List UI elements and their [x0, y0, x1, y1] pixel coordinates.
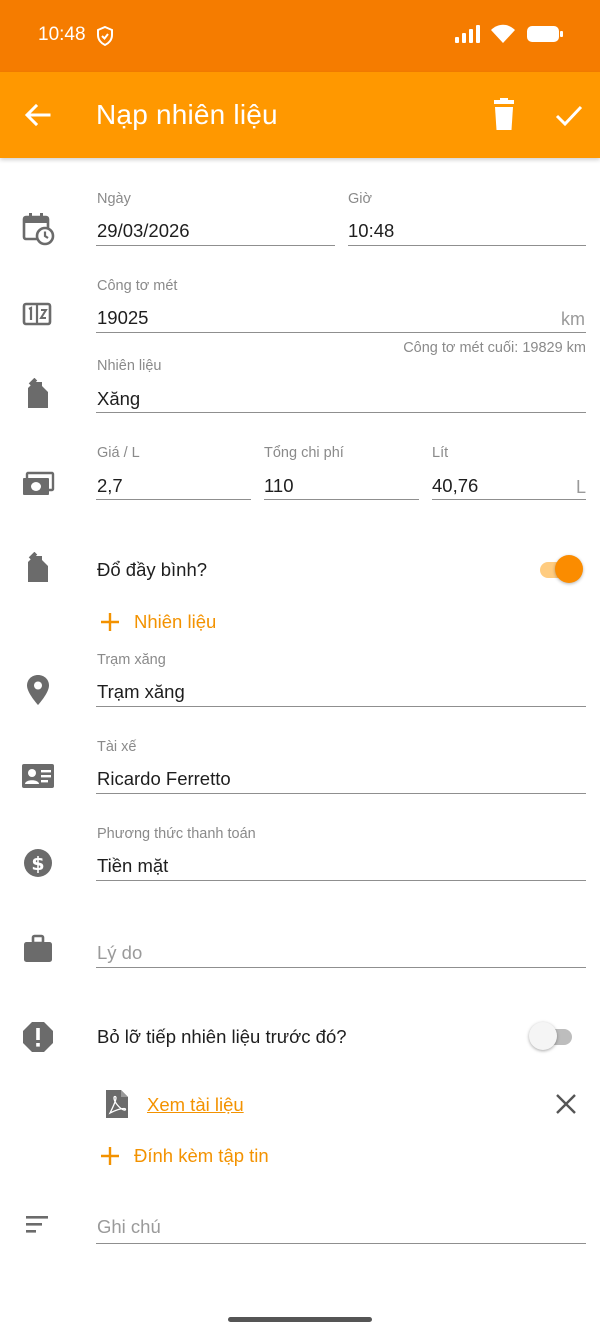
price-label: Giá / L — [97, 445, 140, 461]
view-document-link[interactable]: Xem tài liệu — [147, 1094, 244, 1116]
status-bar: 10:48 — [0, 0, 600, 72]
date-field[interactable]: 29/03/2026 — [97, 220, 190, 242]
dollar-coin-icon: $ — [24, 849, 52, 877]
price-underline — [96, 499, 251, 500]
driver-field[interactable]: Ricardo Ferretto — [97, 768, 231, 790]
reason-underline — [96, 967, 586, 968]
calendar-clock-icon — [22, 213, 55, 246]
reason-input[interactable]: Lý do — [97, 942, 142, 964]
home-indicator[interactable] — [228, 1317, 372, 1322]
driver-underline — [96, 793, 586, 794]
pdf-file-icon — [106, 1090, 128, 1118]
location-pin-icon — [27, 675, 49, 705]
station-underline — [96, 706, 586, 707]
odometer-underline — [96, 332, 586, 333]
money-icon — [23, 471, 55, 495]
app-bar: Nạp nhiên liệu — [0, 72, 600, 158]
wifi-icon — [491, 24, 515, 43]
time-underline — [348, 245, 586, 246]
notes-lines-icon — [26, 1216, 48, 1233]
missed-previous-switch[interactable] — [526, 1022, 576, 1052]
svg-text:$: $ — [31, 853, 44, 875]
attach-file-label: Đính kèm tập tin — [134, 1145, 269, 1166]
odometer-label: Công tơ mét — [97, 278, 178, 294]
fuel-can-icon — [28, 378, 48, 408]
total-cost-label: Tổng chi phí — [264, 445, 344, 461]
payment-field[interactable]: Tiền mặt — [97, 855, 168, 877]
driver-label: Tài xế — [97, 739, 137, 755]
liters-underline — [432, 499, 586, 500]
close-icon[interactable] — [555, 1093, 577, 1115]
fuel-field[interactable]: Xăng — [97, 388, 140, 410]
attach-file-button[interactable]: Đính kèm tập tin — [100, 1145, 269, 1167]
page-title: Nạp nhiên liệu — [96, 99, 278, 130]
plus-icon — [101, 613, 119, 631]
price-field[interactable]: 2,7 — [97, 475, 123, 497]
liters-unit: L — [576, 477, 587, 497]
full-tank-label: Đổ đầy bình? — [97, 559, 208, 580]
back-arrow-icon[interactable] — [22, 99, 54, 131]
fuel-underline — [96, 412, 586, 413]
fuel-label: Nhiên liệu — [97, 358, 162, 374]
notes-input[interactable]: Ghi chú — [97, 1216, 161, 1238]
warning-octagon-icon — [23, 1022, 53, 1052]
station-field[interactable]: Trạm xăng — [97, 681, 185, 703]
status-time: 10:48 — [38, 24, 86, 45]
switch-thumb — [555, 555, 583, 583]
odometer-hint: Công tơ mét cuối: 19829 km — [403, 340, 586, 356]
trash-icon[interactable] — [488, 98, 520, 132]
switch-thumb — [529, 1022, 557, 1050]
payment-underline — [96, 880, 586, 881]
liters-field[interactable]: 40,76 — [432, 475, 478, 497]
date-label: Ngày — [97, 191, 131, 207]
time-label: Giờ — [348, 191, 373, 207]
payment-label: Phương thức thanh toán — [97, 826, 256, 842]
shield-icon — [97, 26, 113, 46]
odometer-unit: km — [561, 309, 585, 329]
briefcase-icon — [24, 934, 52, 962]
full-tank-switch[interactable] — [536, 555, 586, 585]
odometer-field[interactable]: 19025 — [97, 307, 148, 329]
total-cost-field[interactable]: 110 — [264, 475, 294, 497]
add-fuel-button[interactable]: Nhiên liệu — [100, 611, 216, 633]
check-icon[interactable] — [552, 98, 586, 132]
notes-underline — [96, 1243, 586, 1244]
add-fuel-label: Nhiên liệu — [134, 611, 217, 632]
driver-card-icon — [22, 764, 54, 788]
station-label: Trạm xăng — [97, 652, 166, 668]
liters-label: Lít — [432, 445, 449, 461]
date-underline — [96, 245, 335, 246]
time-field[interactable]: 10:48 — [348, 220, 394, 242]
fuel-can-icon — [28, 552, 48, 582]
plus-icon — [101, 1147, 119, 1165]
odometer-icon — [22, 302, 52, 326]
battery-icon — [527, 26, 563, 42]
signal-icon — [455, 25, 480, 43]
total-cost-underline — [264, 499, 419, 500]
missed-previous-label: Bỏ lỡ tiếp nhiên liệu trước đó? — [97, 1026, 347, 1047]
